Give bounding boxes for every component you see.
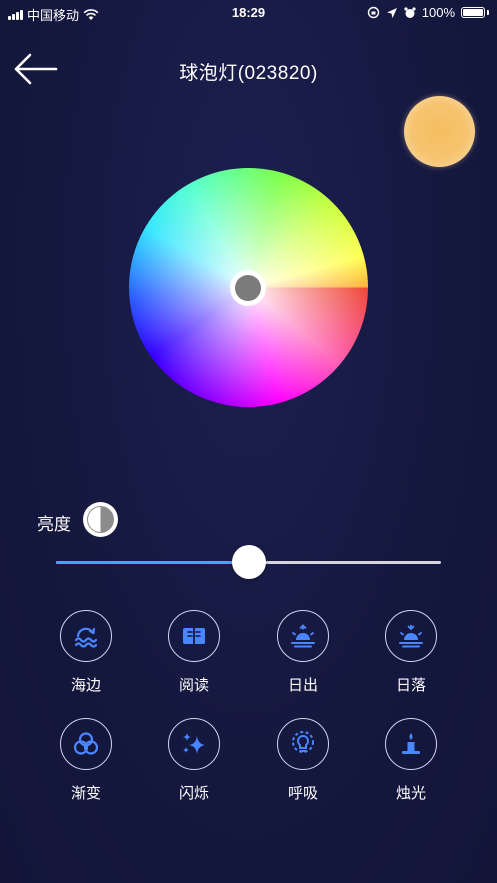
color-preview <box>404 96 475 167</box>
mode-label: 阅读 <box>178 677 209 694</box>
mode-label: 渐变 <box>70 785 101 802</box>
alarm-icon <box>404 6 416 18</box>
mode-flash[interactable]: 闪烁 <box>149 718 239 803</box>
sunset-icon <box>399 624 423 648</box>
mode-label: 海边 <box>70 677 101 694</box>
wave-icon <box>74 627 98 648</box>
location-icon <box>386 7 397 18</box>
bulb-icon <box>292 731 314 753</box>
mode-sunset[interactable]: 日落 <box>366 610 456 695</box>
mode-label: 日出 <box>287 677 318 694</box>
brightness-slider[interactable] <box>56 545 441 579</box>
mode-candle[interactable]: 烛光 <box>366 718 456 803</box>
color-picker-handle[interactable] <box>230 270 266 306</box>
rotation-lock-icon <box>367 6 379 19</box>
mode-circle <box>60 718 112 770</box>
status-right: 100% <box>367 5 489 20</box>
battery-icon <box>461 7 485 18</box>
mode-label: 呼吸 <box>287 785 318 802</box>
battery-text: 100% <box>421 5 455 20</box>
mode-seaside[interactable]: 海边 <box>41 610 131 695</box>
mode-reading[interactable]: 阅读 <box>149 610 239 695</box>
candle-icon <box>402 733 420 754</box>
mode-sunrise[interactable]: 日出 <box>258 610 348 695</box>
brightness-icon <box>83 502 118 537</box>
mode-label: 闪烁 <box>178 785 209 802</box>
book-icon <box>183 628 205 644</box>
mode-circle <box>277 718 329 770</box>
sparkle-icon <box>183 733 205 754</box>
mode-circle <box>277 610 329 662</box>
battery-tip <box>487 10 489 15</box>
mode-circle <box>60 610 112 662</box>
slider-thumb[interactable] <box>231 545 266 579</box>
brightness-label: 亮度 <box>37 515 71 534</box>
sunrise-icon <box>291 624 315 648</box>
mode-circle <box>385 610 437 662</box>
mode-breathe[interactable]: 呼吸 <box>258 718 348 803</box>
mode-circle <box>385 718 437 770</box>
status-bar: 中国移动 18:29 100% <box>0 0 497 26</box>
page-title: 球泡灯(023820) <box>179 63 318 84</box>
mode-gradient[interactable]: 渐变 <box>41 718 131 803</box>
mode-label: 日落 <box>395 677 426 694</box>
mode-circle <box>168 610 220 662</box>
mode-circle <box>168 718 220 770</box>
gradient-icon <box>73 732 99 755</box>
mode-label: 烛光 <box>395 785 426 802</box>
slider-fill <box>56 561 249 564</box>
